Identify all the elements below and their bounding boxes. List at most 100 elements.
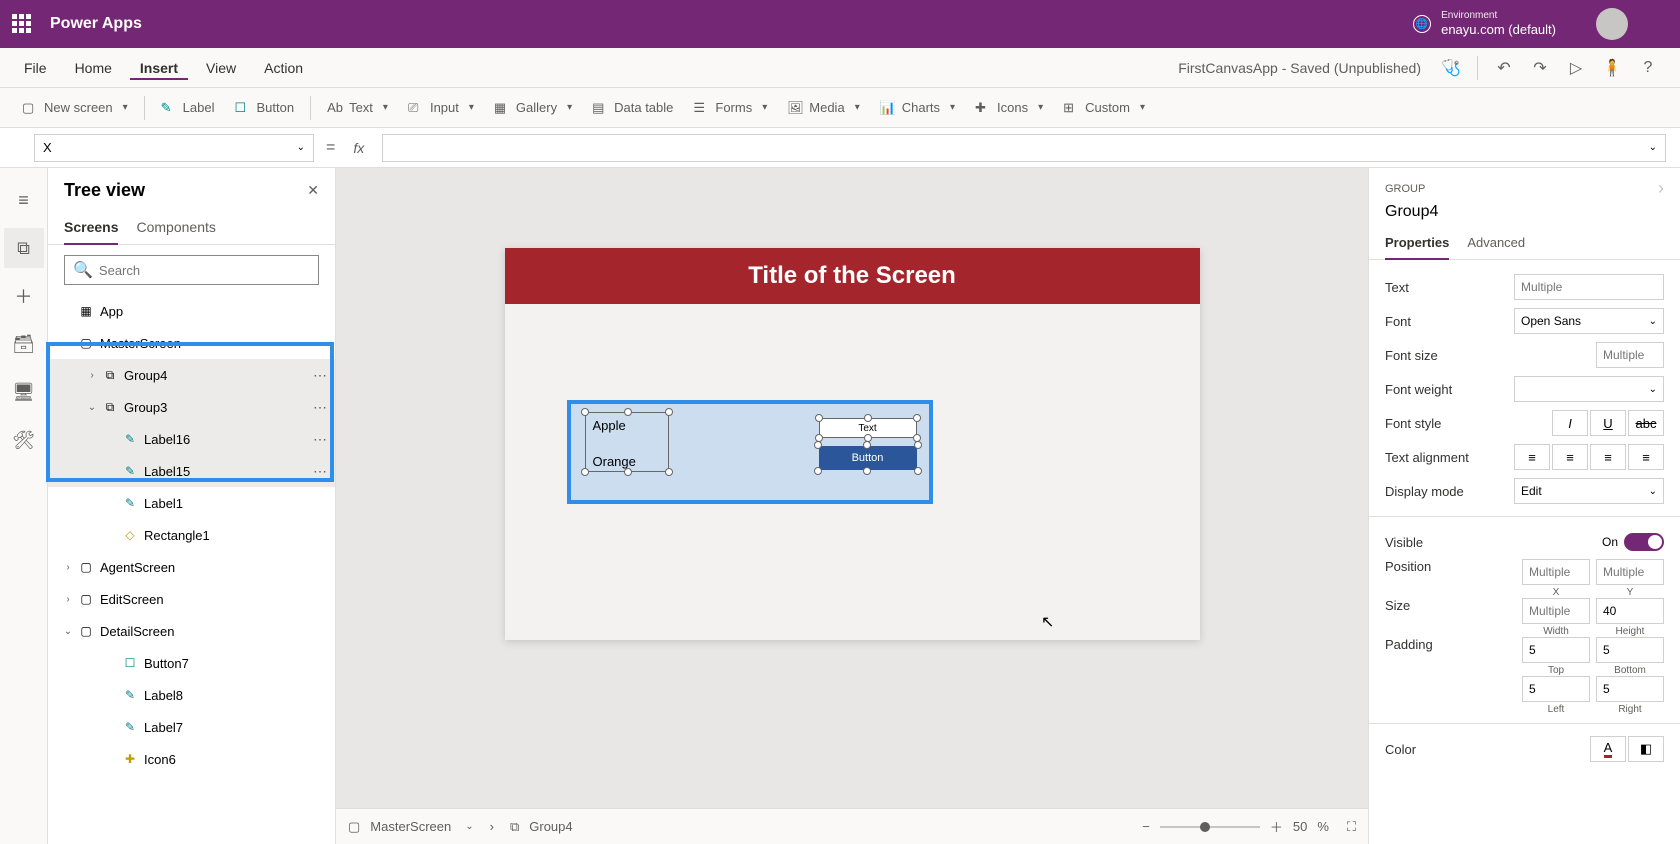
formula-input[interactable]: ⌄: [382, 134, 1666, 162]
close-icon[interactable]: ✕: [307, 182, 319, 199]
input-size-w[interactable]: [1522, 598, 1590, 624]
advanced-tools-icon[interactable]: 🛠: [4, 420, 44, 460]
tab-components[interactable]: Components: [136, 213, 215, 244]
environment-picker[interactable]: 🌐 Environment enayu.com (default): [1413, 10, 1556, 38]
insert-charts-button[interactable]: 📊Charts▾: [872, 96, 963, 120]
insert-text-button[interactable]: AbText▾: [319, 96, 396, 120]
status-selected-name[interactable]: Group4: [529, 819, 572, 834]
input-pad-right[interactable]: [1596, 676, 1664, 702]
insert-ribbon: ▢New screen▾ ✎Label ☐Button AbText▾ ⎚Inp…: [0, 88, 1680, 128]
align-left-button[interactable]: ≡: [1514, 444, 1550, 470]
tree-icon6[interactable]: ✚Icon6: [48, 743, 335, 775]
avatar[interactable]: [1596, 8, 1628, 40]
input-pad-left[interactable]: [1522, 676, 1590, 702]
tree-label15[interactable]: ✎Label15⋯: [48, 455, 335, 487]
insert-media-button[interactable]: 🖼Media▾: [779, 96, 867, 120]
more-icon[interactable]: ⋯: [313, 463, 327, 480]
insert-button-button[interactable]: ☐Button: [226, 96, 302, 120]
visible-toggle[interactable]: [1624, 533, 1664, 551]
chevron-down-icon[interactable]: ⌄: [465, 821, 473, 832]
input-pad-bottom[interactable]: [1596, 637, 1664, 663]
tree-masterscreen[interactable]: ⌄▢MasterScreen: [48, 327, 335, 359]
tree-view-icon[interactable]: ⧉: [4, 228, 44, 268]
canvas-screen[interactable]: Title of the Screen Apple Orange Text: [505, 248, 1200, 640]
insert-icon[interactable]: ＋: [4, 276, 44, 316]
selected-button-control[interactable]: Button: [819, 446, 917, 470]
insert-datatable-button[interactable]: ▤Data table: [584, 96, 681, 120]
tree-group3[interactable]: ⌄⧉Group3⋯: [48, 391, 335, 423]
more-icon[interactable]: ⋯: [313, 431, 327, 448]
tab-advanced[interactable]: Advanced: [1467, 229, 1525, 259]
app-launcher-icon[interactable]: [12, 14, 32, 34]
input-pos-y[interactable]: [1596, 559, 1664, 585]
align-center-button[interactable]: ≡: [1552, 444, 1588, 470]
strikethrough-button[interactable]: abc: [1628, 410, 1664, 436]
status-screen-name[interactable]: MasterScreen: [370, 819, 451, 834]
menu-view[interactable]: View: [196, 56, 246, 80]
tree-button7[interactable]: ☐Button7: [48, 647, 335, 679]
select-font[interactable]: Open Sans⌄: [1514, 308, 1664, 334]
insert-gallery-button[interactable]: ▦Gallery▾: [486, 96, 580, 120]
insert-icons-button[interactable]: ✚Icons▾: [967, 96, 1051, 120]
redo-icon[interactable]: ↷: [1524, 52, 1556, 84]
tree-rectangle1[interactable]: ◇Rectangle1: [48, 519, 335, 551]
menu-insert[interactable]: Insert: [130, 56, 188, 80]
tab-properties[interactable]: Properties: [1385, 229, 1449, 260]
fill-color-button[interactable]: ◧: [1628, 736, 1664, 762]
property-selector[interactable]: X⌄: [34, 134, 314, 162]
tab-screens[interactable]: Screens: [64, 213, 118, 245]
label-color: Color: [1385, 742, 1416, 757]
align-right-button[interactable]: ≡: [1590, 444, 1626, 470]
help-icon[interactable]: ?: [1632, 52, 1664, 84]
align-justify-button[interactable]: ≡: [1628, 444, 1664, 470]
undo-icon[interactable]: ↶: [1488, 52, 1520, 84]
tree-editscreen[interactable]: ›▢EditScreen: [48, 583, 335, 615]
menu-action[interactable]: Action: [254, 56, 313, 80]
data-icon[interactable]: 🗃: [4, 324, 44, 364]
italic-button[interactable]: I: [1552, 410, 1588, 436]
tree-label7[interactable]: ✎Label7: [48, 711, 335, 743]
selected-text-control[interactable]: [585, 412, 669, 472]
insert-label-button[interactable]: ✎Label: [153, 96, 223, 120]
tree-app[interactable]: ▦App: [48, 295, 335, 327]
label-size: Size: [1385, 598, 1410, 613]
tree-group4[interactable]: ›⧉Group4⋯: [48, 359, 335, 391]
chevron-right-icon[interactable]: ›: [1658, 178, 1664, 199]
font-color-button[interactable]: A: [1590, 736, 1626, 762]
app-checker-icon[interactable]: 🩺: [1435, 52, 1467, 84]
input-text[interactable]: [1514, 274, 1664, 300]
menu-home[interactable]: Home: [65, 56, 122, 80]
underline-button[interactable]: U: [1590, 410, 1626, 436]
tree-label16[interactable]: ✎Label16⋯: [48, 423, 335, 455]
tree-agentscreen[interactable]: ›▢AgentScreen: [48, 551, 335, 583]
selected-text-label[interactable]: Text: [819, 418, 917, 438]
zoom-in-icon[interactable]: ＋: [1270, 817, 1283, 836]
tree-label8[interactable]: ✎Label8: [48, 679, 335, 711]
insert-forms-button[interactable]: ☰Forms▾: [685, 96, 775, 120]
zoom-out-icon[interactable]: −: [1142, 819, 1150, 834]
new-screen-button[interactable]: ▢New screen▾: [14, 96, 136, 120]
share-icon[interactable]: 🧍: [1596, 52, 1628, 84]
insert-input-button[interactable]: ⎚Input▾: [400, 96, 482, 120]
search-input[interactable]: [99, 263, 310, 278]
hamburger-icon[interactable]: ≡: [4, 180, 44, 220]
more-icon[interactable]: ⋯: [313, 399, 327, 416]
select-displaymode[interactable]: Edit⌄: [1514, 478, 1664, 504]
input-fontsize[interactable]: [1596, 342, 1664, 368]
selection-group[interactable]: Apple Orange Text Button: [567, 400, 933, 504]
fit-to-window-icon[interactable]: ⛶: [1347, 819, 1356, 835]
tree-search[interactable]: 🔍: [64, 255, 319, 285]
input-size-h[interactable]: [1596, 598, 1664, 624]
play-icon[interactable]: ▷: [1560, 52, 1592, 84]
more-icon[interactable]: ⋯: [313, 367, 327, 384]
media-rail-icon[interactable]: 🖥: [4, 372, 44, 412]
chevron-down-icon: ▾: [123, 102, 128, 113]
input-pad-top[interactable]: [1522, 637, 1590, 663]
insert-custom-button[interactable]: ⊞Custom▾: [1055, 96, 1153, 120]
menu-file[interactable]: File: [14, 56, 57, 80]
tree-label1[interactable]: ✎Label1: [48, 487, 335, 519]
input-pos-x[interactable]: [1522, 559, 1590, 585]
zoom-slider[interactable]: [1160, 826, 1260, 828]
tree-detailscreen[interactable]: ⌄▢DetailScreen: [48, 615, 335, 647]
select-fontweight[interactable]: ⌄: [1514, 376, 1664, 402]
